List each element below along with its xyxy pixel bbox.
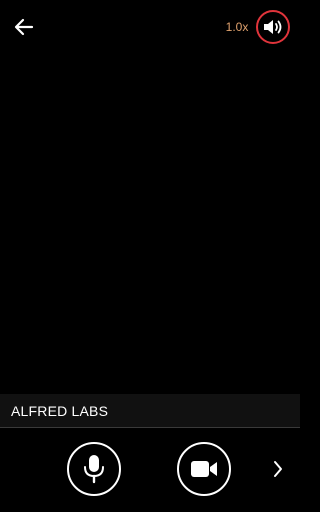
bottom-controls — [0, 428, 300, 512]
video-camera-icon — [191, 461, 217, 477]
camera-viewer-screen: 1.0x ALFRED LABS — [0, 0, 300, 512]
chevron-right-icon — [274, 461, 282, 477]
back-button[interactable] — [12, 15, 36, 39]
sound-toggle-button[interactable] — [256, 10, 290, 44]
speaker-icon — [264, 20, 282, 34]
microphone-icon — [84, 455, 104, 484]
video-camera-button[interactable] — [177, 442, 231, 496]
zoom-level[interactable]: 1.0x — [222, 19, 252, 35]
device-name-bar: ALFRED LABS — [0, 394, 300, 428]
next-button[interactable] — [268, 458, 288, 480]
device-name: ALFRED LABS — [11, 403, 109, 419]
microphone-button[interactable] — [67, 442, 121, 496]
arrow-left-icon — [14, 18, 34, 36]
